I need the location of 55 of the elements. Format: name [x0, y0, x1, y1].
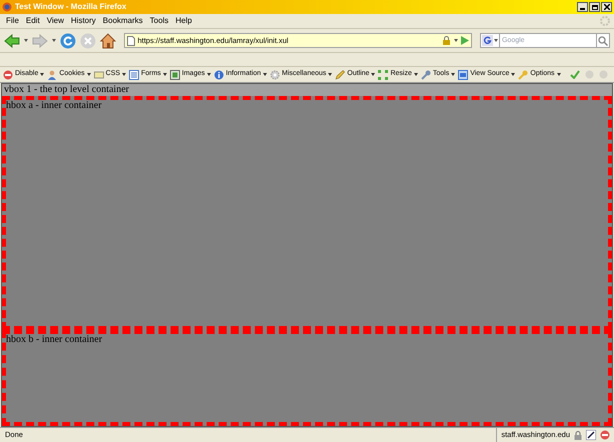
caret-icon [494, 39, 498, 42]
caret-icon[interactable] [451, 73, 456, 76]
padlock-icon [442, 36, 451, 45]
caret-icon[interactable] [86, 73, 91, 76]
form-icon [129, 70, 140, 80]
search-icon [598, 36, 608, 46]
stop-sign-icon [3, 70, 13, 80]
caret-icon[interactable] [414, 73, 418, 76]
pencil-icon [335, 70, 346, 80]
container-label: vbox 1 - the top level container [3, 84, 129, 96]
page-icon [126, 36, 135, 46]
no-entry-icon[interactable] [600, 430, 610, 440]
menu-item[interactable]: History [70, 15, 96, 27]
caret-icon[interactable] [40, 73, 44, 76]
menu-item[interactable]: Edit [26, 15, 40, 27]
search-engine-button[interactable] [480, 33, 500, 48]
caret-icon[interactable] [24, 39, 28, 42]
container-label: hbox b - inner container [6, 334, 102, 346]
container-label: hbox a - inner container [6, 100, 102, 111]
minimize-button[interactable] [577, 2, 588, 12]
pen-icon[interactable] [586, 430, 596, 440]
caret-icon[interactable] [262, 73, 267, 76]
key-icon [518, 70, 528, 80]
info-icon [214, 70, 224, 80]
maximize-button[interactable] [589, 2, 600, 12]
padlock-icon [574, 430, 582, 440]
menu-item[interactable]: Help [175, 15, 192, 27]
window-title: Test Window - Mozilla Firefox [15, 1, 126, 13]
close-button[interactable] [601, 2, 612, 12]
search-button[interactable] [596, 33, 610, 48]
picture-icon [170, 70, 180, 80]
checkmark-icon[interactable] [570, 70, 580, 79]
caret-icon[interactable] [52, 39, 56, 42]
menu-item[interactable]: View [46, 15, 64, 27]
caret-icon[interactable] [162, 73, 167, 76]
gear-icon [270, 70, 280, 80]
back-arrow-icon[interactable] [4, 34, 20, 48]
menu-item[interactable]: File [6, 15, 19, 27]
caret-icon[interactable] [122, 73, 126, 76]
throbber-icon [600, 16, 610, 26]
caret-icon[interactable] [454, 39, 458, 42]
reload-icon[interactable] [60, 32, 76, 48]
card-icon [94, 70, 104, 80]
caret-icon[interactable] [556, 73, 560, 76]
page-icon [458, 70, 468, 80]
caret-icon[interactable] [511, 73, 516, 76]
home-icon[interactable] [100, 32, 116, 48]
caret-icon[interactable] [206, 73, 211, 76]
menu-item[interactable]: Tools [150, 15, 168, 27]
caret-icon[interactable] [328, 73, 332, 76]
caret-icon[interactable] [371, 73, 376, 76]
menu-item[interactable]: Bookmarks [102, 15, 143, 27]
firefox-logo-icon [2, 2, 12, 12]
search-engine-logo-icon [482, 35, 493, 46]
person-icon [47, 70, 58, 80]
